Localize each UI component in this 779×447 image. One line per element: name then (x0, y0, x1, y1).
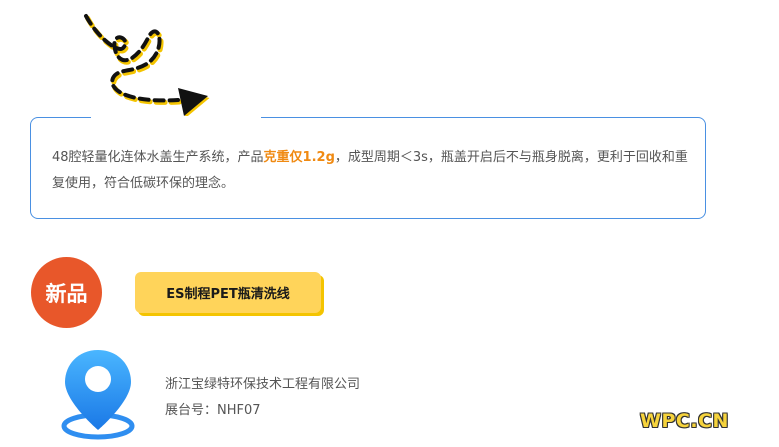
product-name-tag: ES制程PET瓶清洗线 (135, 272, 324, 316)
description-card: 48腔轻量化连体水盖生产系统，产品克重仅1.2g，成型周期＜3s，瓶盖开启后不与… (30, 116, 706, 219)
description-text-part: 48腔轻量化连体水盖生产系统，产品 (52, 150, 264, 165)
description-highlight: 克重仅1.2g (263, 150, 335, 165)
booth-number: 展台号：NHF07 (165, 403, 261, 418)
new-product-badge-label: 新品 (45, 281, 88, 306)
product-name: ES制程PET瓶清洗线 (166, 287, 290, 302)
dashed-curly-arrow-icon (84, 14, 210, 118)
description-text: 48腔轻量化连体水盖生产系统，产品克重仅1.2g，成型周期＜3s，瓶盖开启后不与… (52, 145, 692, 197)
site-watermark: WPC.CN (640, 410, 729, 432)
exhibitor-info: 浙江宝绿特环保技术工程有限公司 展台号：NHF07 (165, 372, 360, 424)
location-pin-icon (61, 350, 135, 440)
new-product-badge: 新品 (31, 257, 102, 328)
company-name: 浙江宝绿特环保技术工程有限公司 (165, 377, 361, 392)
card-border-gap (91, 116, 261, 120)
product-tag-face: ES制程PET瓶清洗线 (135, 272, 321, 313)
